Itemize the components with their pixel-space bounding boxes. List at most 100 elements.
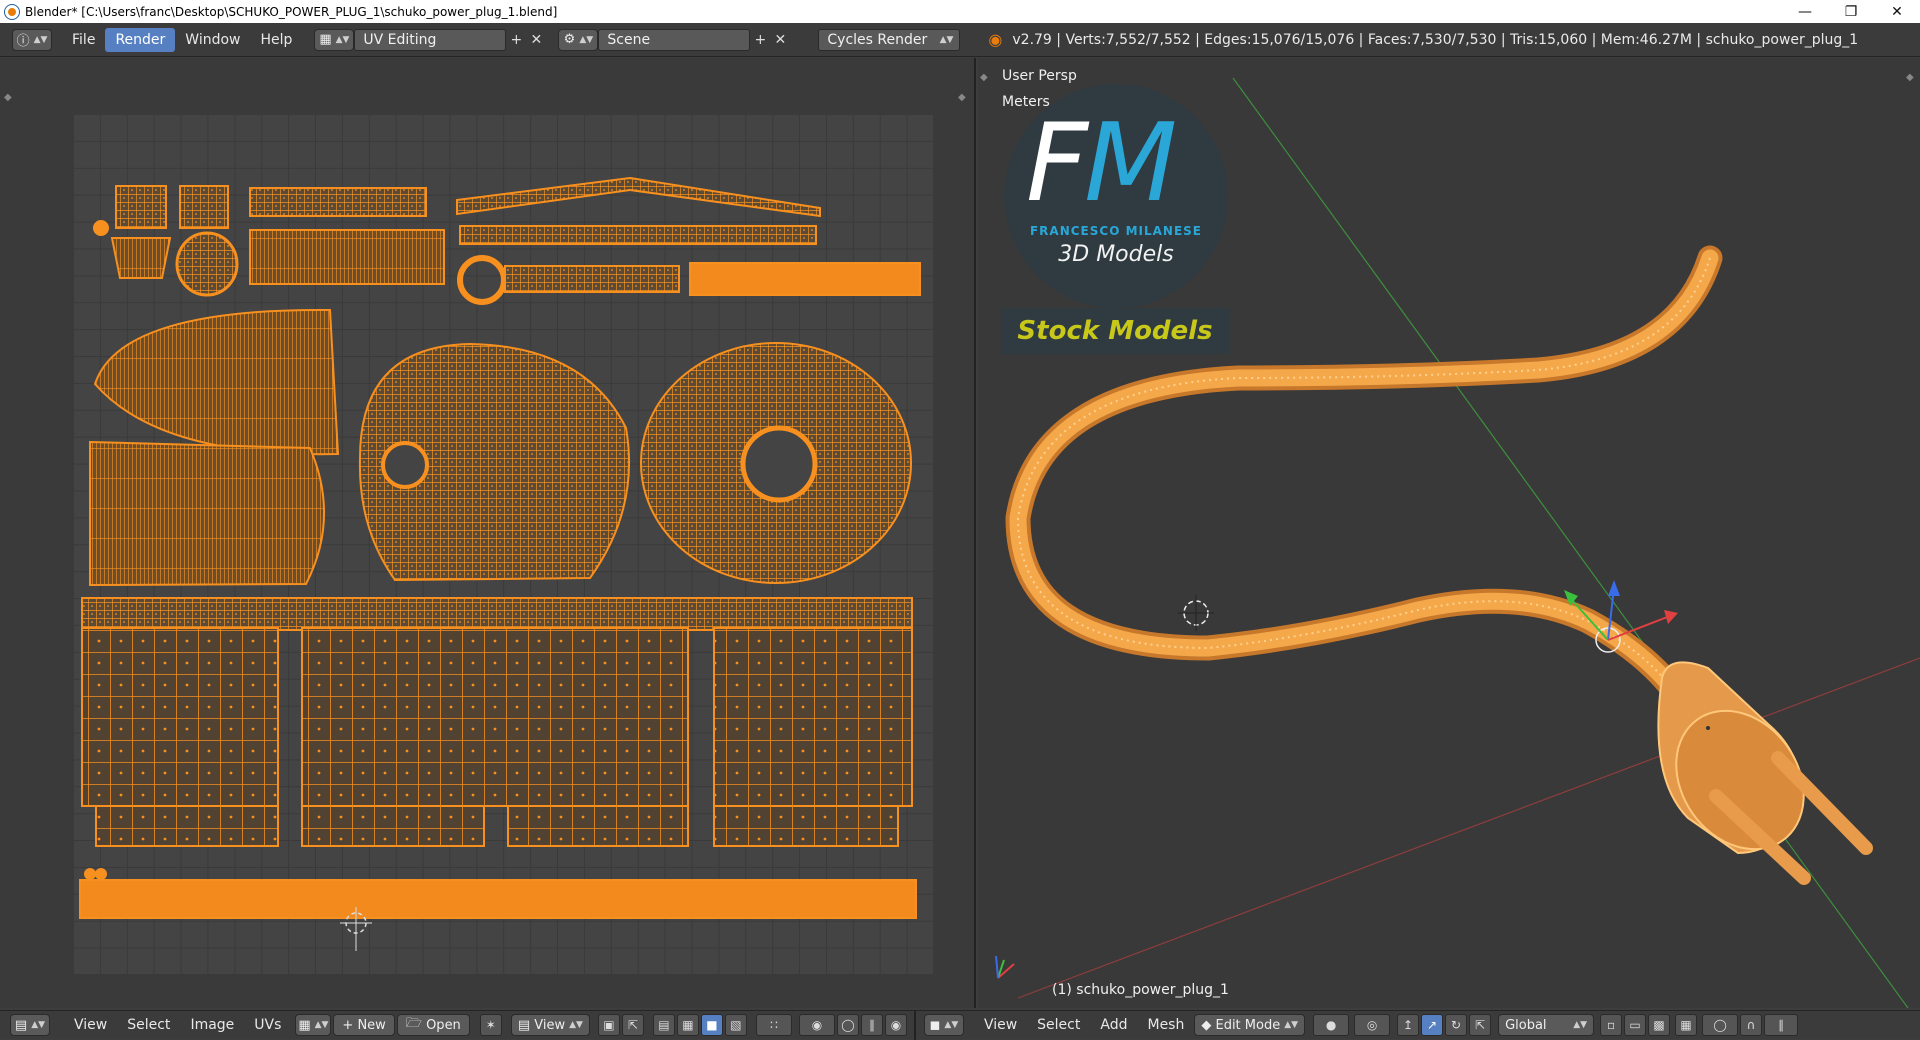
image-browse[interactable]: ▦ ▲▼ bbox=[295, 1014, 332, 1036]
render-engine-select[interactable]: Cycles Render ▲▼ bbox=[818, 28, 961, 51]
uv-island[interactable] bbox=[507, 805, 689, 847]
menu-window[interactable]: Window bbox=[175, 28, 250, 52]
region-toggle-icon[interactable]: ◆ bbox=[1906, 72, 1914, 83]
scale-manipulator-icon[interactable]: ⇱ bbox=[1469, 1014, 1492, 1036]
sticky-mode-icon[interactable]: ∷ bbox=[755, 1014, 792, 1036]
uv-island[interactable] bbox=[95, 868, 107, 880]
uv-island[interactable] bbox=[110, 237, 172, 279]
magnet-icon[interactable]: ∩ bbox=[1740, 1014, 1763, 1036]
uv-island[interactable] bbox=[175, 231, 239, 297]
image-browse-icon: ▦ bbox=[298, 1017, 311, 1033]
mode-select[interactable]: ◆ Edit Mode ▲▼ bbox=[1194, 1014, 1306, 1036]
uv-island[interactable] bbox=[93, 220, 109, 236]
uv-island[interactable] bbox=[81, 597, 913, 631]
orientation-value: Global bbox=[1505, 1017, 1547, 1033]
island-select-icon[interactable]: ▧ bbox=[724, 1014, 747, 1036]
pin-icon[interactable]: ✶ bbox=[479, 1014, 502, 1036]
uv-island[interactable] bbox=[301, 627, 689, 807]
uv-island[interactable] bbox=[81, 627, 279, 807]
scene-browse[interactable]: ⚙ ▲▼ bbox=[558, 28, 599, 51]
remove-layout-icon[interactable]: ✕ bbox=[526, 29, 546, 51]
uv-islands[interactable] bbox=[0, 58, 976, 1008]
viewport-shading-icon[interactable]: ● bbox=[1313, 1014, 1350, 1036]
orientation-select[interactable]: Global ▲▼ bbox=[1498, 1014, 1595, 1036]
scene-field[interactable]: Scene bbox=[598, 28, 751, 51]
window-title: Blender* [C:\Users\franc\Desktop\SCHUKO_… bbox=[25, 4, 558, 19]
uv-menu-image[interactable]: Image bbox=[180, 1017, 244, 1033]
render-icon[interactable]: ◉ bbox=[884, 1014, 907, 1036]
viewport-editor-type-button[interactable]: ◼ ▲▼ bbox=[923, 1014, 964, 1036]
uv-island-hole bbox=[381, 441, 429, 489]
uv-island[interactable] bbox=[84, 868, 96, 880]
uv-view-mode-select[interactable]: ▤ View ▲▼ bbox=[510, 1014, 590, 1036]
plus-icon: + bbox=[342, 1017, 358, 1033]
screen-layout-browse[interactable]: ▦ ▲▼ bbox=[314, 28, 355, 51]
logo-f: F bbox=[1026, 101, 1088, 226]
pivot-center-icon[interactable]: ◎ bbox=[1354, 1014, 1391, 1036]
uv-island[interactable] bbox=[79, 879, 917, 919]
vp-menu-add[interactable]: Add bbox=[1090, 1017, 1137, 1033]
menu-help[interactable]: Help bbox=[250, 28, 302, 52]
screen-layout-field[interactable]: UV Editing bbox=[354, 28, 507, 51]
uv-island[interactable] bbox=[713, 627, 913, 807]
uv-menu-uvs[interactable]: UVs bbox=[244, 1017, 291, 1033]
edge-select-icon[interactable]: ▦ bbox=[676, 1014, 699, 1036]
uv-island[interactable] bbox=[115, 185, 167, 229]
close-icon[interactable]: ✕ bbox=[1874, 0, 1920, 23]
menu-file[interactable]: File bbox=[62, 28, 105, 52]
edge-mode-icon[interactable]: ▭ bbox=[1624, 1014, 1647, 1036]
uv-island[interactable] bbox=[179, 185, 229, 229]
sync-selection-icon[interactable]: ▣ bbox=[597, 1014, 620, 1036]
uv-island[interactable] bbox=[93, 308, 340, 456]
translate-manipulator-icon[interactable]: ↗ bbox=[1421, 1014, 1444, 1036]
3d-cursor-icon[interactable] bbox=[1178, 595, 1214, 631]
new-image-button[interactable]: + New bbox=[333, 1014, 395, 1036]
add-scene-icon[interactable]: + bbox=[750, 29, 770, 51]
region-toggle-icon[interactable]: ◆ bbox=[980, 72, 988, 83]
uv-island[interactable] bbox=[459, 225, 817, 245]
scene-icon: ⚙ bbox=[563, 32, 576, 47]
open-label: Open bbox=[426, 1017, 461, 1033]
uv-island[interactable] bbox=[713, 805, 899, 847]
remove-scene-icon[interactable]: ✕ bbox=[770, 29, 790, 51]
menu-render[interactable]: Render bbox=[105, 27, 176, 52]
uv-island[interactable] bbox=[504, 265, 680, 293]
add-layout-icon[interactable]: + bbox=[506, 29, 526, 51]
snap-icon[interactable]: ∥ bbox=[860, 1014, 883, 1036]
uv-island[interactable] bbox=[249, 187, 427, 217]
uv-island[interactable] bbox=[456, 176, 821, 218]
vertex-select-icon[interactable]: ▤ bbox=[652, 1014, 675, 1036]
vp-menu-mesh[interactable]: Mesh bbox=[1137, 1017, 1194, 1033]
face-mode-icon[interactable]: ▩ bbox=[1648, 1014, 1671, 1036]
vertex-mode-icon[interactable]: ▫ bbox=[1600, 1014, 1623, 1036]
vp-menu-select[interactable]: Select bbox=[1027, 1017, 1090, 1033]
uv-island[interactable] bbox=[301, 805, 485, 847]
select-mode-icon[interactable]: ⇱ bbox=[621, 1014, 644, 1036]
uv-editor-type-button[interactable]: ▤ ▲▼ bbox=[10, 1014, 50, 1036]
snap-element-icon[interactable]: ∥ bbox=[1764, 1014, 1799, 1036]
uv-menu-select[interactable]: Select bbox=[117, 1017, 180, 1033]
manipulator-toggle-icon[interactable]: ↥ bbox=[1397, 1014, 1420, 1036]
uv-image-editor[interactable]: ◆ ◆ bbox=[0, 58, 976, 1008]
vp-menu-view[interactable]: View bbox=[974, 1017, 1027, 1033]
proportional-icon[interactable]: ◯ bbox=[1702, 1014, 1739, 1036]
scene-stats: v2.79 | Verts:7,552/7,552 | Edges:15,076… bbox=[1012, 31, 1859, 48]
uv-menu-view[interactable]: View bbox=[64, 1017, 117, 1033]
minimize-icon[interactable]: — bbox=[1782, 0, 1828, 23]
rotate-manipulator-icon[interactable]: ↻ bbox=[1445, 1014, 1468, 1036]
editor-type-button[interactable]: ⓘ ▲▼ bbox=[12, 28, 52, 51]
uv-island[interactable] bbox=[457, 255, 507, 305]
pivot-point-icon[interactable]: ◉ bbox=[798, 1014, 835, 1036]
open-image-button[interactable]: 🗁 Open bbox=[396, 1014, 470, 1036]
uv-island[interactable] bbox=[249, 229, 445, 285]
plug-body[interactable] bbox=[1650, 661, 1873, 885]
proportional-edit-icon[interactable]: ◯ bbox=[836, 1014, 859, 1036]
limit-selection-icon[interactable]: ▦ bbox=[1675, 1014, 1698, 1036]
logo-name: FRANCESCO MILANESE bbox=[1029, 224, 1203, 238]
uv-island[interactable] bbox=[89, 440, 326, 587]
uv-island[interactable] bbox=[95, 805, 279, 847]
face-select-icon[interactable]: ■ bbox=[700, 1014, 723, 1036]
uv-island[interactable] bbox=[689, 262, 921, 296]
scene-name: Scene bbox=[607, 31, 651, 48]
restore-icon[interactable]: ❐ bbox=[1828, 0, 1874, 23]
